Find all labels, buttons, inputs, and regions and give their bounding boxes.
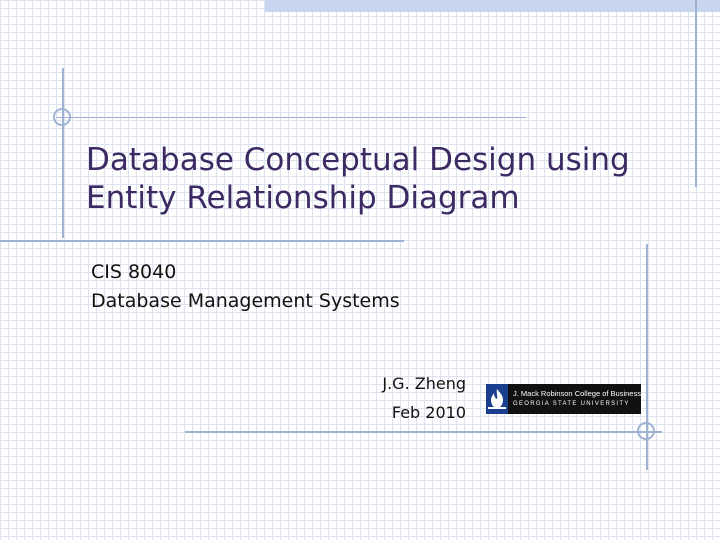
left-vertical-line xyxy=(62,68,64,238)
course-code: CIS 8040 xyxy=(91,261,177,283)
top-accent-bar xyxy=(265,0,720,12)
college-logo: J. Mack Robinson College of Business GEO… xyxy=(486,384,641,414)
author-block: J.G. Zheng Feb 2010 xyxy=(300,369,466,427)
circle-ornament-left xyxy=(53,108,71,126)
title-top-line xyxy=(56,117,526,118)
logo-college-name: J. Mack Robinson College of Business xyxy=(513,389,641,398)
title-line-2: Entity Relationship Diagram xyxy=(86,180,520,216)
title-line-1: Database Conceptual Design using xyxy=(86,142,630,178)
title-bottom-line xyxy=(0,240,404,242)
slide: Database Conceptual Design using Entity … xyxy=(0,0,720,540)
slide-subtitle: CIS 8040 Database Management Systems xyxy=(91,258,511,316)
logo-text: J. Mack Robinson College of Business GEO… xyxy=(508,384,641,414)
author-name: J.G. Zheng xyxy=(382,374,466,393)
right-top-vertical-line xyxy=(695,0,697,187)
presentation-date: Feb 2010 xyxy=(391,403,466,422)
flame-icon xyxy=(486,384,508,414)
slide-title: Database Conceptual Design using Entity … xyxy=(86,141,646,217)
bottom-horizontal-line xyxy=(185,431,662,433)
logo-university-name: GEORGIA STATE UNIVERSITY xyxy=(513,401,630,407)
circle-ornament-right xyxy=(637,422,655,440)
course-name: Database Management Systems xyxy=(91,290,400,312)
